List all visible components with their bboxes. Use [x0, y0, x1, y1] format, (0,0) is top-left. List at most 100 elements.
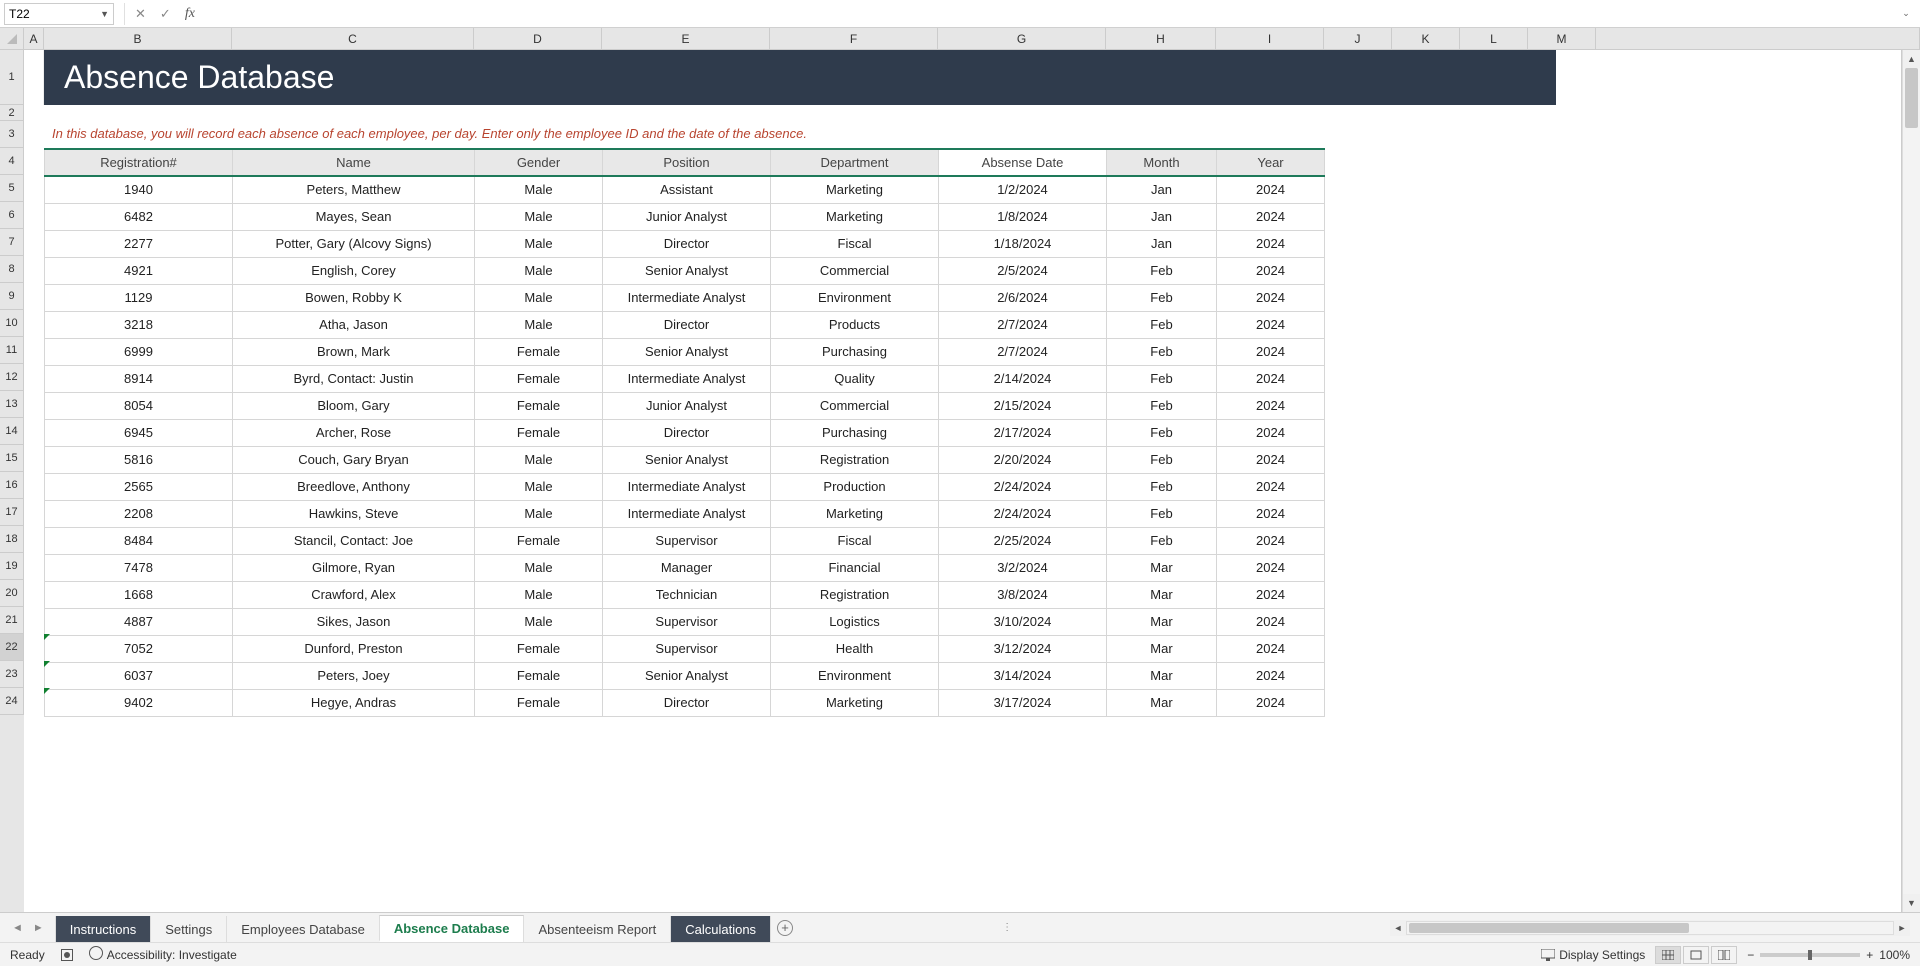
table-header-position[interactable]: Position [603, 149, 771, 176]
cell-month[interactable]: Mar [1107, 635, 1217, 662]
cell-name[interactable]: Peters, Joey [233, 662, 475, 689]
cell-date[interactable]: 3/14/2024 [939, 662, 1107, 689]
cell-year[interactable]: 2024 [1217, 689, 1325, 716]
cell-month[interactable]: Mar [1107, 554, 1217, 581]
cell-reg[interactable]: 8054 [45, 392, 233, 419]
vscroll-track[interactable] [1903, 68, 1920, 894]
column-header-K[interactable]: K [1392, 28, 1460, 49]
row-header-11[interactable]: 11 [0, 337, 24, 364]
cell-gender[interactable]: Female [475, 365, 603, 392]
cell-year[interactable]: 2024 [1217, 203, 1325, 230]
column-header-J[interactable]: J [1324, 28, 1392, 49]
cell-reg[interactable]: 7478 [45, 554, 233, 581]
cell-date[interactable]: 2/7/2024 [939, 338, 1107, 365]
row-header-4[interactable]: 4 [0, 148, 24, 175]
cell-dept[interactable]: Commercial [771, 392, 939, 419]
cell-reg[interactable]: 2208 [45, 500, 233, 527]
column-header-D[interactable]: D [474, 28, 602, 49]
cell-month[interactable]: Feb [1107, 257, 1217, 284]
table-row[interactable]: 2277Potter, Gary (Alcovy Signs)MaleDirec… [45, 230, 1325, 257]
cell-reg[interactable]: 2277 [45, 230, 233, 257]
cell-dept[interactable]: Commercial [771, 257, 939, 284]
table-row[interactable]: 8914Byrd, Contact: JustinFemaleIntermedi… [45, 365, 1325, 392]
macro-record-icon[interactable] [61, 949, 73, 961]
table-row[interactable]: 9402Hegye, AndrasFemaleDirectorMarketing… [45, 689, 1325, 716]
cell-dept[interactable]: Marketing [771, 203, 939, 230]
sheet-tab-employees-database[interactable]: Employees Database [226, 916, 380, 942]
cell-gender[interactable]: Male [475, 581, 603, 608]
hscroll-track[interactable] [1406, 921, 1894, 935]
cell-gender[interactable]: Female [475, 392, 603, 419]
cell-name[interactable]: Byrd, Contact: Justin [233, 365, 475, 392]
scroll-right-icon[interactable]: ► [1894, 923, 1910, 933]
table-row[interactable]: 4887Sikes, JasonMaleSupervisorLogistics3… [45, 608, 1325, 635]
cell-gender[interactable]: Male [475, 257, 603, 284]
cell-position[interactable]: Director [603, 230, 771, 257]
cell-position[interactable]: Intermediate Analyst [603, 473, 771, 500]
enter-icon[interactable]: ✓ [160, 6, 171, 22]
cell-month[interactable]: Mar [1107, 689, 1217, 716]
cell-reg[interactable]: 1129 [45, 284, 233, 311]
row-header-21[interactable]: 21 [0, 607, 24, 634]
cell-gender[interactable]: Male [475, 311, 603, 338]
cell-year[interactable]: 2024 [1217, 500, 1325, 527]
table-row[interactable]: 6945Archer, RoseFemaleDirectorPurchasing… [45, 419, 1325, 446]
cell-month[interactable]: Mar [1107, 608, 1217, 635]
display-settings-button[interactable]: Display Settings [1541, 948, 1645, 962]
cell-gender[interactable]: Female [475, 338, 603, 365]
cell-month[interactable]: Mar [1107, 662, 1217, 689]
cell-month[interactable]: Jan [1107, 176, 1217, 203]
cell-date[interactable]: 3/10/2024 [939, 608, 1107, 635]
cell-year[interactable]: 2024 [1217, 311, 1325, 338]
cell-reg[interactable]: 7052 [45, 635, 233, 662]
cell-gender[interactable]: Male [475, 554, 603, 581]
cell-date[interactable]: 2/24/2024 [939, 500, 1107, 527]
row-header-19[interactable]: 19 [0, 553, 24, 580]
scroll-down-icon[interactable]: ▼ [1903, 894, 1920, 912]
cell-year[interactable]: 2024 [1217, 419, 1325, 446]
row-header-7[interactable]: 7 [0, 229, 24, 256]
cell-month[interactable]: Feb [1107, 338, 1217, 365]
cell-month[interactable]: Feb [1107, 311, 1217, 338]
cell-gender[interactable]: Male [475, 473, 603, 500]
zoom-out-button[interactable]: − [1747, 948, 1754, 962]
cell-position[interactable]: Junior Analyst [603, 203, 771, 230]
cell-position[interactable]: Intermediate Analyst [603, 365, 771, 392]
view-page-layout-button[interactable] [1683, 946, 1709, 964]
row-header-3[interactable]: 3 [0, 121, 24, 148]
cell-name[interactable]: Bloom, Gary [233, 392, 475, 419]
column-header-E[interactable]: E [602, 28, 770, 49]
row-header-1[interactable]: 1 [0, 50, 24, 105]
cell-dept[interactable]: Purchasing [771, 338, 939, 365]
table-row[interactable]: 1940Peters, MatthewMaleAssistantMarketin… [45, 176, 1325, 203]
row-header-13[interactable]: 13 [0, 391, 24, 418]
cell-gender[interactable]: Male [475, 608, 603, 635]
table-row[interactable]: 6999Brown, MarkFemaleSenior AnalystPurch… [45, 338, 1325, 365]
hscroll-thumb[interactable] [1409, 923, 1689, 933]
sheet-tab-calculations[interactable]: Calculations [670, 916, 771, 942]
cell-gender[interactable]: Female [475, 419, 603, 446]
cell-gender[interactable]: Male [475, 500, 603, 527]
cell-date[interactable]: 2/6/2024 [939, 284, 1107, 311]
tab-split-handle[interactable]: ⋮ [999, 922, 1005, 933]
cell-name[interactable]: Potter, Gary (Alcovy Signs) [233, 230, 475, 257]
cell-month[interactable]: Jan [1107, 203, 1217, 230]
cell-year[interactable]: 2024 [1217, 662, 1325, 689]
cell-date[interactable]: 2/25/2024 [939, 527, 1107, 554]
cell-year[interactable]: 2024 [1217, 392, 1325, 419]
cell-position[interactable]: Director [603, 689, 771, 716]
vertical-scrollbar[interactable]: ▲ ▼ [1902, 50, 1920, 912]
table-header-year[interactable]: Year [1217, 149, 1325, 176]
cell-name[interactable]: Stancil, Contact: Joe [233, 527, 475, 554]
table-header-gender[interactable]: Gender [475, 149, 603, 176]
cell-month[interactable]: Feb [1107, 365, 1217, 392]
sheet-tab-absenteeism-report[interactable]: Absenteeism Report [523, 916, 671, 942]
new-sheet-button[interactable]: + [771, 920, 799, 936]
row-header-24[interactable]: 24 [0, 688, 24, 715]
cell-reg[interactable]: 1940 [45, 176, 233, 203]
scroll-up-icon[interactable]: ▲ [1903, 50, 1920, 68]
cell-reg[interactable]: 3218 [45, 311, 233, 338]
cell-name[interactable]: Hawkins, Steve [233, 500, 475, 527]
cell-gender[interactable]: Male [475, 230, 603, 257]
table-row[interactable]: 8484Stancil, Contact: JoeFemaleSuperviso… [45, 527, 1325, 554]
